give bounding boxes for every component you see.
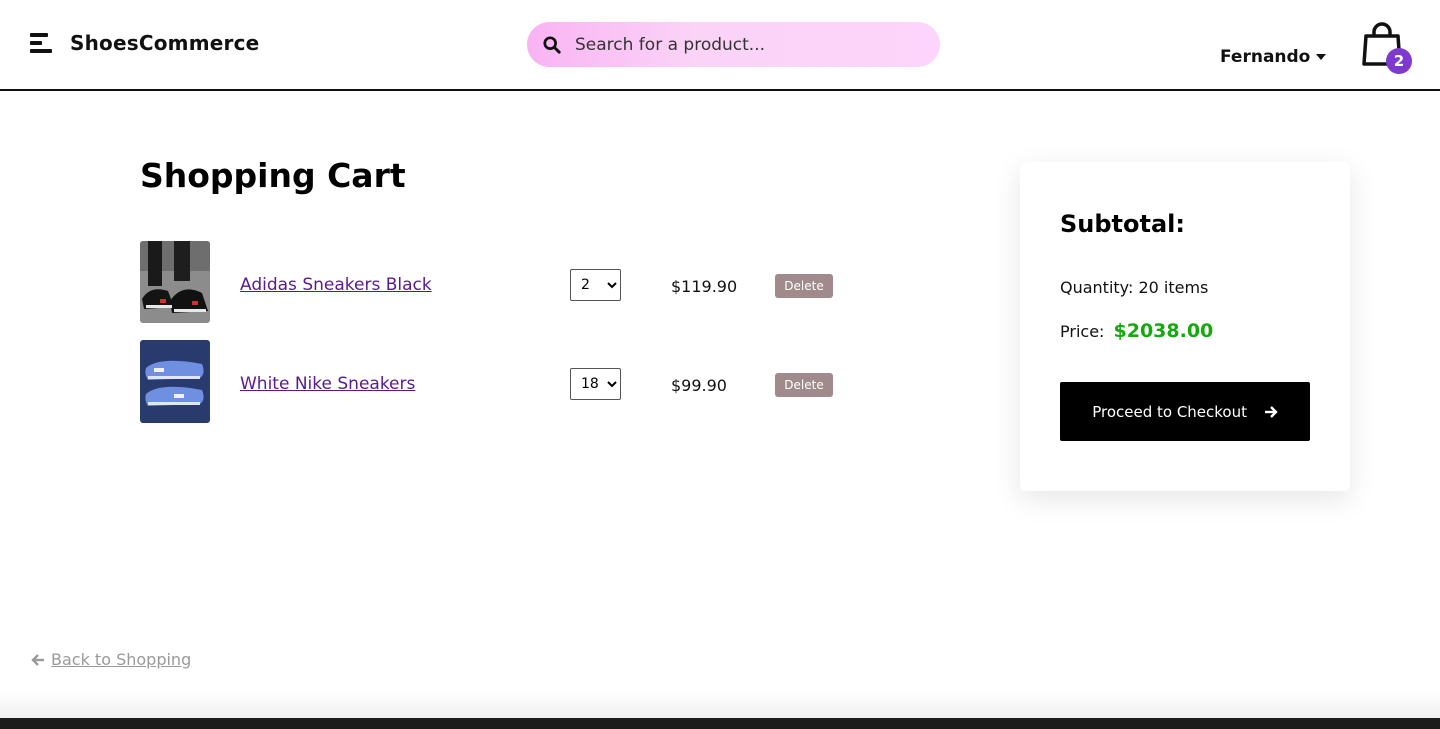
back-to-shopping-link[interactable]: Back to Shopping bbox=[30, 649, 191, 669]
user-name: Fernando bbox=[1220, 47, 1311, 67]
item-price: $99.90 bbox=[671, 376, 727, 395]
delete-button[interactable]: Delete bbox=[775, 274, 833, 298]
search-icon[interactable] bbox=[543, 36, 561, 54]
footer bbox=[0, 718, 1440, 729]
cart-item-row: Adidas Sneakers Black 2 $119.90 Delete bbox=[140, 241, 860, 325]
product-link[interactable]: Adidas Sneakers Black bbox=[240, 275, 432, 295]
arrow-left-icon bbox=[31, 653, 44, 666]
product-image[interactable] bbox=[140, 241, 210, 323]
menu-icon[interactable] bbox=[30, 33, 52, 53]
checkout-label: Proceed to Checkout bbox=[1092, 402, 1247, 421]
subtotal-title: Subtotal: bbox=[1060, 210, 1186, 238]
product-link[interactable]: White Nike Sneakers bbox=[240, 374, 415, 394]
cart-button[interactable]: 2 bbox=[1362, 22, 1414, 76]
quantity-select[interactable]: 18 bbox=[570, 368, 621, 400]
arrow-right-icon bbox=[1264, 406, 1278, 418]
quantity-select[interactable]: 2 bbox=[570, 269, 621, 301]
order-summary-card: Subtotal: Quantity: 20 items Price: $203… bbox=[1020, 162, 1350, 491]
user-menu[interactable]: Fernando bbox=[1220, 47, 1327, 67]
summary-price-label: Price: bbox=[1060, 322, 1105, 341]
page-title: Shopping Cart bbox=[140, 156, 406, 195]
delete-button[interactable]: Delete bbox=[775, 373, 833, 397]
cart-count-badge: 2 bbox=[1386, 48, 1412, 74]
search-input[interactable] bbox=[575, 22, 925, 67]
item-price: $119.90 bbox=[671, 277, 738, 296]
footer-shadow bbox=[0, 690, 1440, 718]
search-bar bbox=[527, 22, 940, 67]
cart-item-row: White Nike Sneakers 18 $99.90 Delete bbox=[140, 340, 860, 424]
summary-price-row: Price: $2038.00 bbox=[1060, 320, 1213, 342]
proceed-to-checkout-button[interactable]: Proceed to Checkout bbox=[1060, 382, 1310, 441]
top-navbar: ShoesCommerce Fernando 2 bbox=[0, 0, 1440, 91]
summary-price-value: $2038.00 bbox=[1113, 320, 1214, 342]
product-image[interactable] bbox=[140, 340, 210, 423]
brand-logo[interactable]: ShoesCommerce bbox=[70, 31, 259, 55]
chevron-down-icon bbox=[1316, 54, 1327, 60]
summary-quantity: Quantity: 20 items bbox=[1060, 278, 1209, 297]
